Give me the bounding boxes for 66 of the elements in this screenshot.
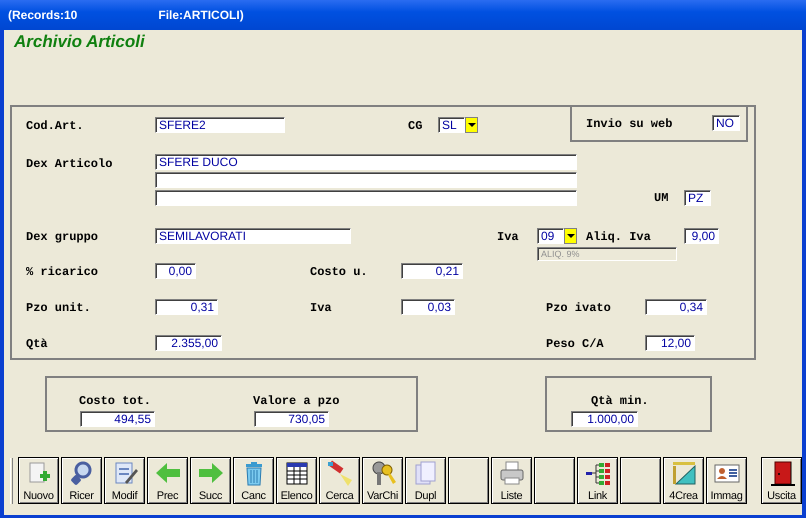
field-label: Qtà min. [591, 394, 649, 408]
form-title: Archivio Articoli [14, 32, 146, 52]
field-label: Invio su web [586, 116, 672, 130]
dropdown-field[interactable]: 09 [537, 228, 564, 244]
printer-icon [498, 460, 526, 487]
field-label: % ricarico [26, 265, 98, 279]
text-field[interactable]: SFERE DUCO [155, 154, 577, 170]
number-field[interactable]: 0,34 [645, 299, 707, 315]
number-field[interactable]: 0,31 [155, 299, 218, 315]
toolbar-button[interactable]: Prec [147, 457, 188, 504]
field-label: Cod.Art. [26, 118, 84, 132]
field-label: Qtà [26, 337, 48, 351]
toolbar-button[interactable]: Liste [491, 457, 532, 504]
file-name: File:ARTICOLI) [158, 8, 244, 22]
text-field[interactable] [155, 190, 577, 206]
caret-icon [566, 234, 574, 238]
text-field[interactable]: NO [712, 114, 740, 130]
field-label: Iva [497, 230, 519, 244]
text-field[interactable]: SFERE2 [155, 116, 285, 132]
toolbar-button[interactable]: Immag [706, 457, 747, 504]
toolbar-button[interactable]: VarChi [362, 457, 403, 504]
empty-toolbar-button[interactable] [620, 457, 661, 504]
number-field[interactable]: 0,21 [401, 263, 463, 279]
number-field[interactable]: 12,00 [645, 335, 695, 351]
empty-toolbar-button[interactable] [448, 457, 489, 504]
field-label: Pzo unit. [26, 301, 91, 315]
field-label: Aliq. Iva [586, 230, 651, 244]
field-label: Valore a pzo [253, 394, 340, 408]
toolbar-button[interactable]: Nuovo [18, 457, 59, 504]
field-label: Costo tot. [79, 394, 152, 408]
text-field[interactable]: SEMILAVORATI [155, 228, 351, 244]
toolbar-button[interactable]: Uscita [761, 457, 802, 504]
field-label: UM [654, 191, 668, 205]
dropdown-button[interactable] [465, 116, 478, 132]
number-field[interactable]: 2.355,00 [155, 335, 222, 351]
field-label: Iva [310, 301, 332, 315]
number-field[interactable]: 494,55 [80, 411, 155, 427]
flashlight-icon [326, 460, 354, 487]
number-field[interactable]: 730,05 [254, 411, 329, 427]
toolbar-button[interactable]: Elenco [276, 457, 317, 504]
toolbar-button[interactable]: Modif [104, 457, 145, 504]
tree-diagram-icon [584, 460, 612, 487]
number-field[interactable]: 9,00 [684, 228, 719, 244]
toolbar-button[interactable]: Cerca [319, 457, 360, 504]
number-field[interactable]: 1.000,00 [571, 411, 638, 427]
number-field[interactable]: 0,03 [401, 299, 455, 315]
field-label: Dex gruppo [26, 230, 98, 244]
field-label: CG [408, 118, 422, 132]
field-label: Peso C/A [546, 337, 604, 351]
toolbar-button[interactable]: Succ [190, 457, 231, 504]
field-label: Dex Articolo [26, 157, 112, 171]
record-count: (Records:10 [8, 8, 78, 22]
toolbar-button[interactable]: Link [577, 457, 618, 504]
empty-toolbar-button[interactable] [534, 457, 575, 504]
field-label: Pzo ivato [546, 301, 611, 315]
caret-icon [468, 122, 476, 126]
toolbar-button[interactable]: Ricer [61, 457, 102, 504]
toolbar-button[interactable]: Canc [233, 457, 274, 504]
field-label: Costo u. [310, 265, 368, 279]
dropdown-button[interactable] [564, 228, 577, 244]
toolbar-button[interactable]: Dupl [405, 457, 446, 504]
number-field[interactable]: 0,00 [155, 263, 196, 279]
toolbar-button[interactable]: 4Crea [663, 457, 704, 504]
dropdown-field[interactable]: SL [438, 116, 465, 132]
text-field[interactable]: PZ [684, 190, 711, 206]
text-field[interactable] [155, 172, 577, 188]
